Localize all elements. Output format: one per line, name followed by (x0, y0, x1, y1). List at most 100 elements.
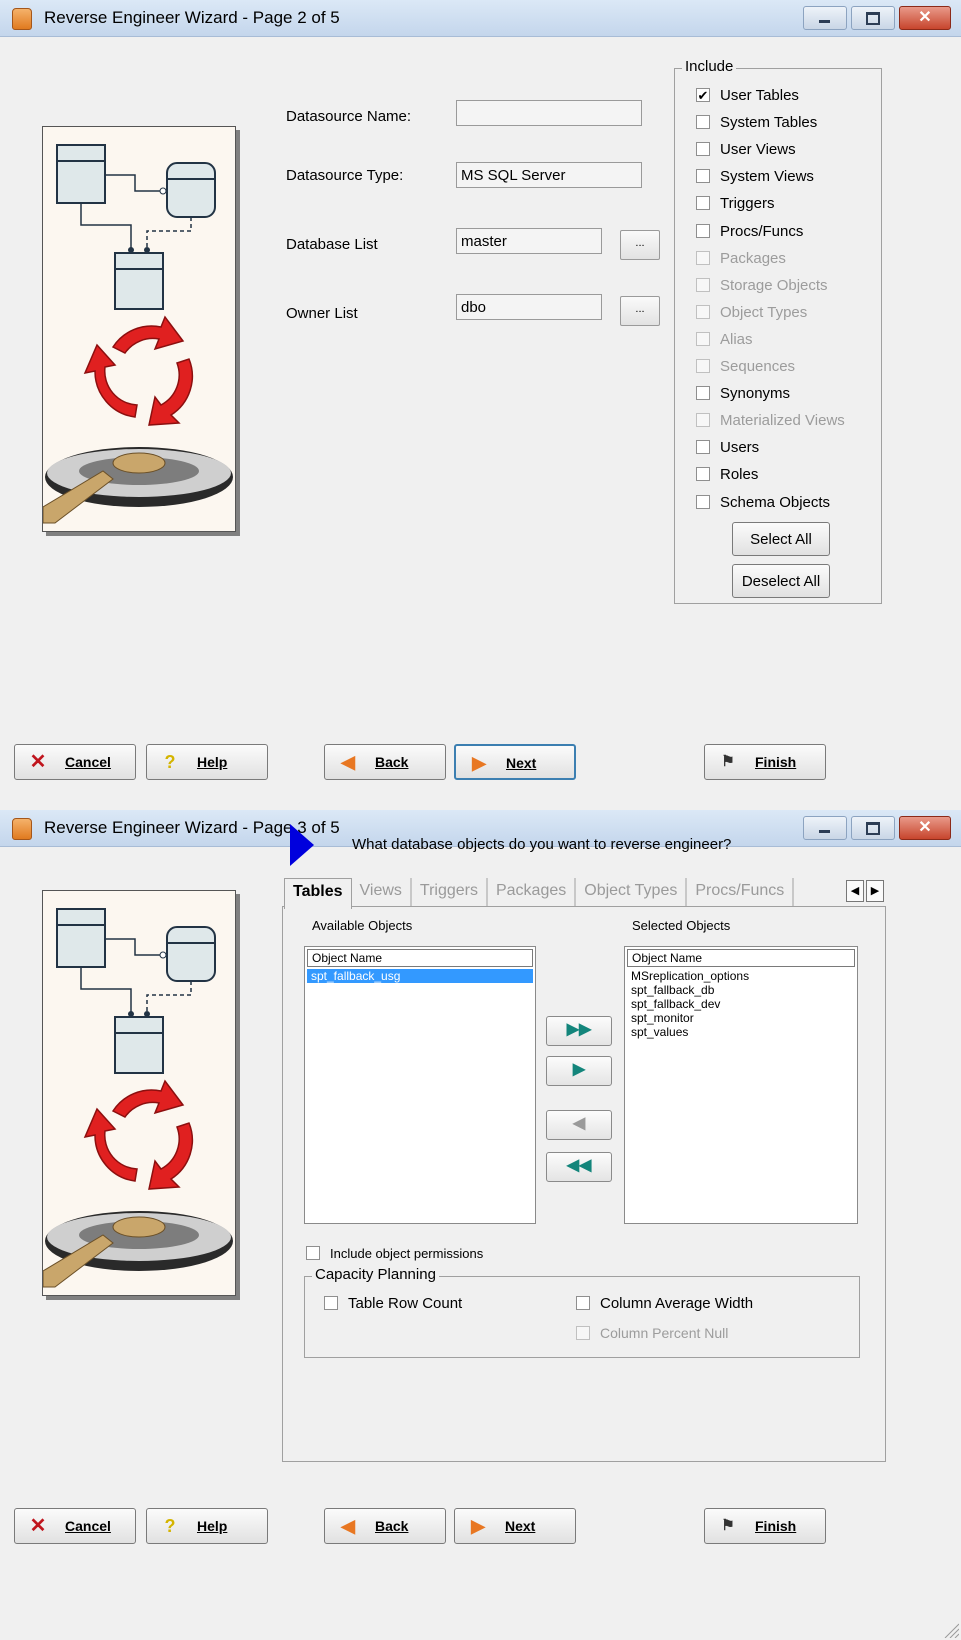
cancel-button[interactable]: ✕ Cancel (14, 744, 136, 780)
tab-views[interactable]: Views (352, 878, 412, 906)
title-bar[interactable]: Reverse Engineer Wizard - Page 2 of 5 ✕ (0, 0, 961, 37)
finish-button[interactable]: ⚑ Finish (704, 1508, 826, 1544)
back-button[interactable]: ◀ Back (324, 744, 446, 780)
column-percent-null-box[interactable] (576, 1326, 590, 1340)
include-checkbox[interactable]: Users (696, 436, 759, 458)
selected-objects-list[interactable]: Object Name MSreplication_options spt_fal… (624, 946, 858, 1224)
include-checkbox[interactable]: Sequences (696, 355, 795, 377)
include-checkbox[interactable]: System Tables (696, 111, 817, 133)
include-checkbox-label: Materialized Views (720, 411, 845, 429)
database-list-field[interactable]: master (456, 228, 602, 254)
maximize-button[interactable] (851, 816, 895, 840)
remove-button[interactable]: ◀ (546, 1110, 612, 1140)
list-item[interactable]: spt_monitor (627, 1011, 855, 1025)
selected-column-header[interactable]: Object Name (627, 949, 855, 967)
wizard-illustration (42, 890, 236, 1296)
next-button[interactable]: ▶ Next (454, 1508, 576, 1544)
include-checkbox[interactable]: ✔ User Tables (696, 84, 799, 106)
column-average-width-box[interactable] (576, 1296, 590, 1310)
include-checkbox[interactable]: User Views (696, 138, 796, 160)
include-checkbox[interactable]: Roles (696, 463, 758, 485)
include-permissions-box[interactable] (306, 1246, 320, 1260)
add-all-button[interactable]: ▶▶ (546, 1016, 612, 1046)
minimize-button[interactable] (803, 6, 847, 30)
include-permissions-checkbox[interactable]: Include object permissions (306, 1242, 483, 1264)
list-item[interactable]: spt_fallback_usg (307, 969, 533, 983)
datasource-name-field[interactable] (456, 100, 642, 126)
list-item[interactable]: spt_fallback_db (627, 983, 855, 997)
tab-tables[interactable]: Tables (284, 878, 352, 909)
list-item[interactable]: spt_fallback_dev (627, 997, 855, 1011)
column-average-width-checkbox[interactable]: Column Average Width (576, 1292, 753, 1314)
table-row-count-box[interactable] (324, 1296, 338, 1310)
include-checkbox[interactable]: Synonyms (696, 382, 790, 404)
include-checkbox[interactable]: Triggers (696, 192, 774, 214)
checkbox-box[interactable] (696, 386, 710, 400)
checkbox-box[interactable] (696, 142, 710, 156)
include-checkbox[interactable]: Packages (696, 247, 786, 269)
tab-triggers[interactable]: Triggers (412, 878, 488, 906)
tab-object-types[interactable]: Object Types (576, 878, 688, 906)
include-checkbox[interactable]: Object Types (696, 301, 807, 323)
list-item[interactable]: MSreplication_options (627, 969, 855, 983)
minimize-button[interactable] (803, 816, 847, 840)
checkbox-box[interactable] (696, 495, 710, 509)
include-checkbox-label: Sequences (720, 357, 796, 375)
checkbox-box[interactable]: ✔ (696, 88, 710, 102)
checkbox-box[interactable] (696, 115, 710, 129)
add-button[interactable]: ▶ (546, 1056, 612, 1086)
include-permissions-label: Include object permissions (330, 1245, 484, 1261)
checkbox-box[interactable] (696, 332, 710, 346)
datasource-type-field[interactable]: MS SQL Server (456, 162, 642, 188)
capacity-planning-legend: Capacity Planning (312, 1266, 439, 1283)
available-column-header[interactable]: Object Name (307, 949, 533, 967)
checkbox-box[interactable] (696, 251, 710, 265)
checkbox-box[interactable] (696, 359, 710, 373)
deselect-all-button[interactable]: Deselect All (732, 564, 830, 598)
finish-button[interactable]: ⚑ Finish (704, 744, 826, 780)
next-button[interactable]: ▶ Next (454, 744, 576, 780)
include-checkbox[interactable]: Alias (696, 328, 753, 350)
include-legend: Include (682, 58, 737, 75)
help-button[interactable]: ? Help (146, 744, 268, 780)
list-item[interactable]: spt_values (627, 1025, 855, 1039)
include-checkbox-label: System Views (720, 167, 814, 185)
available-objects-list[interactable]: Object Name spt_fallback_usg (304, 946, 536, 1224)
table-row-count-checkbox[interactable]: Table Row Count (324, 1292, 462, 1314)
back-button[interactable]: ◀ Back (324, 1508, 446, 1544)
capacity-planning-groupbox (304, 1276, 860, 1358)
tab-scroll-left-icon[interactable]: ◀ (846, 880, 864, 902)
include-checkbox[interactable]: Materialized Views (696, 409, 845, 431)
maximize-button[interactable] (851, 6, 895, 30)
database-list-browse-button[interactable]: ... (620, 230, 660, 260)
checkbox-box[interactable] (696, 413, 710, 427)
close-button[interactable]: ✕ (899, 6, 951, 30)
select-all-button[interactable]: Select All (732, 522, 830, 556)
resize-grip-icon[interactable] (941, 1620, 959, 1638)
tab-procs-funcs[interactable]: Procs/Funcs (687, 878, 795, 906)
close-button[interactable]: ✕ (899, 816, 951, 840)
checkbox-box[interactable] (696, 278, 710, 292)
tab-packages[interactable]: Packages (488, 878, 577, 906)
checkbox-box[interactable] (696, 224, 710, 238)
include-checkbox[interactable]: System Views (696, 165, 814, 187)
arrow-left-icon: ◀ (341, 1516, 355, 1536)
include-checkbox[interactable]: Procs/Funcs (696, 220, 803, 242)
owner-list-browse-button[interactable]: ... (620, 296, 660, 326)
include-checkbox[interactable]: Schema Objects (696, 491, 830, 513)
owner-list-field[interactable]: dbo (456, 294, 602, 320)
remove-all-button[interactable]: ◀◀ (546, 1152, 612, 1182)
maximize-icon (866, 822, 880, 835)
tab-scroll-right-icon[interactable]: ▶ (866, 880, 884, 902)
blue-pointer-icon (290, 824, 314, 866)
include-checkbox[interactable]: Storage Objects (696, 274, 828, 296)
checkbox-box[interactable] (696, 196, 710, 210)
include-checkbox-label: Object Types (720, 303, 808, 321)
column-percent-null-checkbox[interactable]: Column Percent Null (576, 1322, 728, 1344)
checkbox-box[interactable] (696, 467, 710, 481)
checkbox-box[interactable] (696, 169, 710, 183)
checkbox-box[interactable] (696, 305, 710, 319)
help-button[interactable]: ? Help (146, 1508, 268, 1544)
checkbox-box[interactable] (696, 440, 710, 454)
cancel-button[interactable]: ✕ Cancel (14, 1508, 136, 1544)
